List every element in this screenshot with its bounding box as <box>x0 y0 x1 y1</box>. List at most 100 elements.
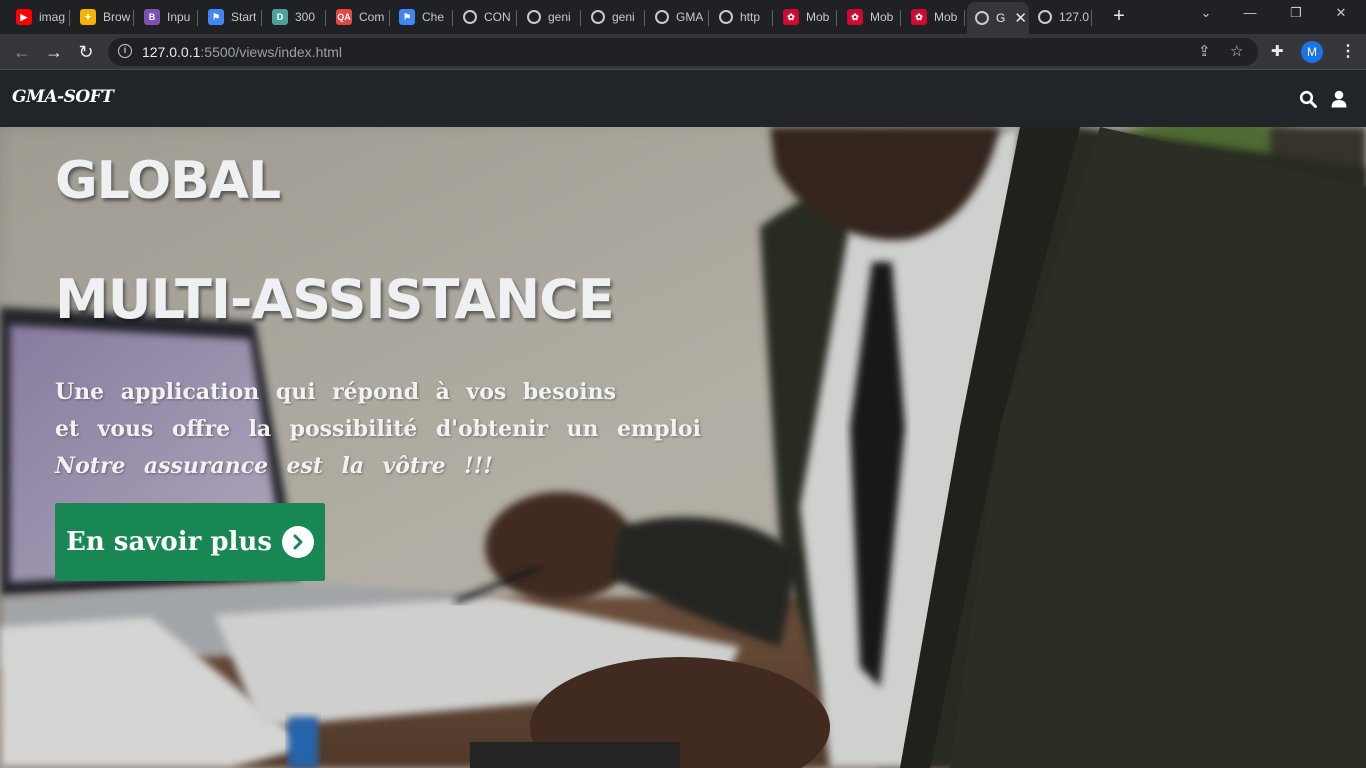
colorful-grid-icon: ✦ <box>80 9 96 25</box>
tab-title: Mob <box>870 10 894 24</box>
tab-separator <box>516 10 517 26</box>
browser-tab[interactable]: QA Com <box>328 4 390 30</box>
extensions-puzzle-icon[interactable]: ✚ <box>1271 42 1284 60</box>
restore-icon[interactable]: ❐ <box>1286 5 1306 21</box>
tab-title: Mob <box>806 10 830 24</box>
browser-tab[interactable]: GMA <box>647 4 709 30</box>
tab-title: Inpu <box>167 10 191 24</box>
globe-icon <box>655 10 669 24</box>
new-tab-button[interactable]: + <box>1108 5 1130 27</box>
tab-separator <box>133 10 134 26</box>
forward-arrow-icon[interactable]: → <box>42 40 66 64</box>
tab-separator <box>325 10 326 26</box>
tab-title: Che <box>422 10 445 24</box>
url-host: 127.0.0.1 <box>142 44 201 60</box>
share-icon[interactable]: ⇪ <box>1198 42 1211 60</box>
hero-background-image <box>0 127 1366 768</box>
back-arrow-icon[interactable]: ← <box>10 40 34 64</box>
tab-title: Brow <box>103 10 131 24</box>
tab-title: GMA <box>676 10 704 24</box>
bootstrap-icon: B <box>144 9 160 25</box>
browser-tab[interactable]: ▶ imag <box>8 4 70 30</box>
huawei-icon: ✿ <box>783 9 799 25</box>
tab-title: G <box>996 11 1006 25</box>
tab-title: http <box>740 10 761 24</box>
tab-title: imag <box>39 10 66 24</box>
browser-tab[interactable]: 127.0 <box>1030 4 1092 30</box>
huawei-icon: ✿ <box>911 9 927 25</box>
tab-separator <box>389 10 390 26</box>
tab-separator <box>69 10 70 26</box>
url-path: :5500/views/index.html <box>200 44 343 60</box>
window-close-icon[interactable]: ✕ <box>1331 5 1351 21</box>
browser-tab[interactable]: ⚑ Che <box>391 4 453 30</box>
tab-separator <box>261 10 262 26</box>
address-bar[interactable]: i 127.0.0.1:5500/views/index.html ⇪ ☆ <box>108 38 1258 66</box>
browser-tab[interactable]: geni <box>519 4 581 30</box>
hero-section: GLOBAL MULTI-ASSISTANCE Une application … <box>0 127 1366 768</box>
bookmark-star-icon[interactable]: ☆ <box>1230 42 1243 60</box>
site-navbar: GMA-SOFT <box>0 71 1366 127</box>
tab-title: 127.0 <box>1059 10 1090 24</box>
browser-tab[interactable]: ✿ Mob <box>775 4 837 30</box>
tab-separator <box>1091 10 1092 26</box>
qa-icon: QA <box>336 9 352 25</box>
site-brand-logo[interactable]: GMA-SOFT <box>12 87 114 107</box>
browser-tab[interactable]: D 300 <box>264 4 326 30</box>
browser-tab[interactable]: G ✕ <box>967 2 1029 34</box>
tab-search-chevron-icon[interactable]: ⌄ <box>1196 5 1216 21</box>
tab-separator <box>644 10 645 26</box>
browser-menu-icon[interactable]: ⋮ <box>1340 40 1356 64</box>
tab-separator <box>964 10 965 26</box>
profile-avatar[interactable]: M <box>1301 41 1323 63</box>
tab-title: Com <box>359 10 385 24</box>
d-icon: D <box>272 9 288 25</box>
tab-title: Start <box>231 10 257 24</box>
search-icon[interactable] <box>1299 90 1317 108</box>
tab-separator <box>900 10 901 26</box>
tab-title: CON <box>484 10 511 24</box>
hero-title-line2: MULTI-ASSISTANCE <box>55 268 615 331</box>
tab-separator <box>580 10 581 26</box>
browser-tab[interactable]: CON <box>455 4 517 30</box>
browser-tab[interactable]: http <box>711 4 773 30</box>
browser-tab[interactable]: ✿ Mob <box>839 4 901 30</box>
tab-separator <box>836 10 837 26</box>
flag-icon: ⚑ <box>208 9 224 25</box>
chevron-right-circle-icon <box>281 526 314 558</box>
tab-close-icon[interactable]: ✕ <box>1014 9 1027 27</box>
globe-icon <box>1038 10 1052 24</box>
tab-separator <box>708 10 709 26</box>
youtube-icon: ▶ <box>16 9 32 25</box>
tab-title: geni <box>612 10 635 24</box>
learn-more-button[interactable]: En savoir plus <box>55 503 325 581</box>
browser-tab[interactable]: ⚑ Start <box>200 4 262 30</box>
huawei-icon: ✿ <box>847 9 863 25</box>
tab-separator <box>452 10 453 26</box>
tab-title: geni <box>548 10 571 24</box>
user-icon[interactable] <box>1330 90 1348 108</box>
globe-icon <box>975 11 989 25</box>
browser-tab-strip: + ⌄ — ❐ ✕ ▶ imag ✦ Brow B Inpu ⚑ Start D 300 QA Com… <box>0 0 1366 34</box>
browser-tab[interactable]: B Inpu <box>136 4 198 30</box>
reload-icon[interactable]: ↻ <box>74 40 98 64</box>
minimize-icon[interactable]: — <box>1240 5 1260 20</box>
hero-tagline-line3: Notre assurance est la vôtre !!! <box>55 453 493 479</box>
hero-tagline-line1: Une application qui répond à vos besoins <box>55 379 616 405</box>
browser-tab[interactable]: geni <box>583 4 645 30</box>
learn-more-label: En savoir plus <box>66 527 272 557</box>
globe-icon <box>527 10 541 24</box>
tab-separator <box>772 10 773 26</box>
tab-separator <box>197 10 198 26</box>
flag-icon: ⚑ <box>399 9 415 25</box>
browser-tab[interactable]: ✿ Mob <box>903 4 965 30</box>
tab-title: 300 <box>295 10 316 24</box>
hero-tagline-line2: et vous offre la possibilité d'obtenir u… <box>55 416 701 442</box>
globe-icon <box>719 10 733 24</box>
browser-tab[interactable]: ✦ Brow <box>72 4 134 30</box>
globe-icon <box>463 10 477 24</box>
hero-title-line1: GLOBAL <box>55 151 281 211</box>
url-text[interactable]: 127.0.0.1:5500/views/index.html <box>142 44 342 60</box>
site-info-icon[interactable]: i <box>118 44 132 58</box>
browser-toolbar: ← → ↻ i 127.0.0.1:5500/views/index.html … <box>0 34 1366 70</box>
